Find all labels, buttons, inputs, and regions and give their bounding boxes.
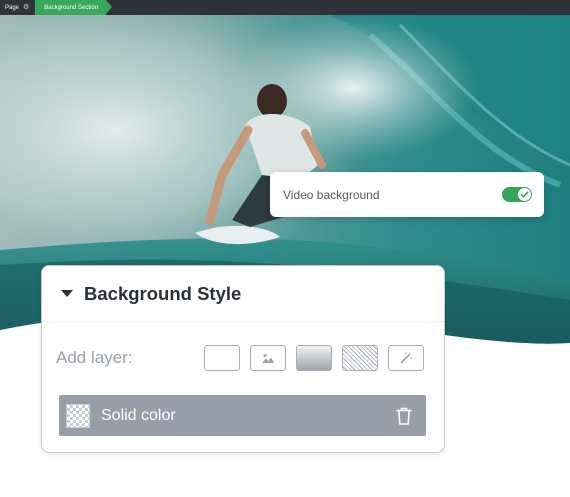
breadcrumb-section[interactable]: Background Section: [35, 0, 112, 15]
panel-header[interactable]: Background Style: [42, 266, 444, 322]
background-style-panel: Background Style Add layer: Solid color: [41, 265, 445, 453]
caret-down-icon[interactable]: [61, 290, 73, 297]
breadcrumb-page-label: Page: [5, 4, 20, 11]
add-pattern-layer-button[interactable]: [342, 345, 378, 371]
add-solid-color-layer-button[interactable]: [204, 345, 240, 371]
breadcrumb-section-label: Background Section: [44, 4, 98, 11]
trash-icon[interactable]: [395, 406, 413, 426]
breadcrumb: Page ⚙ Background Section: [0, 0, 570, 15]
toggle-knob: [518, 188, 531, 201]
add-layer-label: Add layer:: [56, 348, 133, 367]
breadcrumb-page[interactable]: Page ⚙: [0, 0, 35, 15]
layer-type-buttons: [204, 345, 424, 371]
magic-wand-icon: [400, 352, 413, 364]
video-background-toggle[interactable]: [502, 187, 532, 202]
video-background-label: Video background: [283, 187, 380, 202]
video-background-setting: Video background: [270, 172, 544, 217]
layer-item-label: Solid color: [101, 406, 176, 424]
add-gradient-layer-button[interactable]: [296, 345, 332, 371]
panel-title: Background Style: [84, 282, 242, 304]
add-magic-layer-button[interactable]: [388, 345, 424, 371]
image-icon: [262, 353, 274, 363]
checkmark-icon: [520, 191, 529, 198]
add-layer-row: Add layer:: [42, 322, 444, 394]
gear-icon[interactable]: ⚙: [23, 4, 29, 11]
transparent-swatch[interactable]: [66, 403, 90, 428]
add-image-layer-button[interactable]: [250, 345, 286, 371]
layer-item-solid-color[interactable]: Solid color: [59, 395, 426, 436]
